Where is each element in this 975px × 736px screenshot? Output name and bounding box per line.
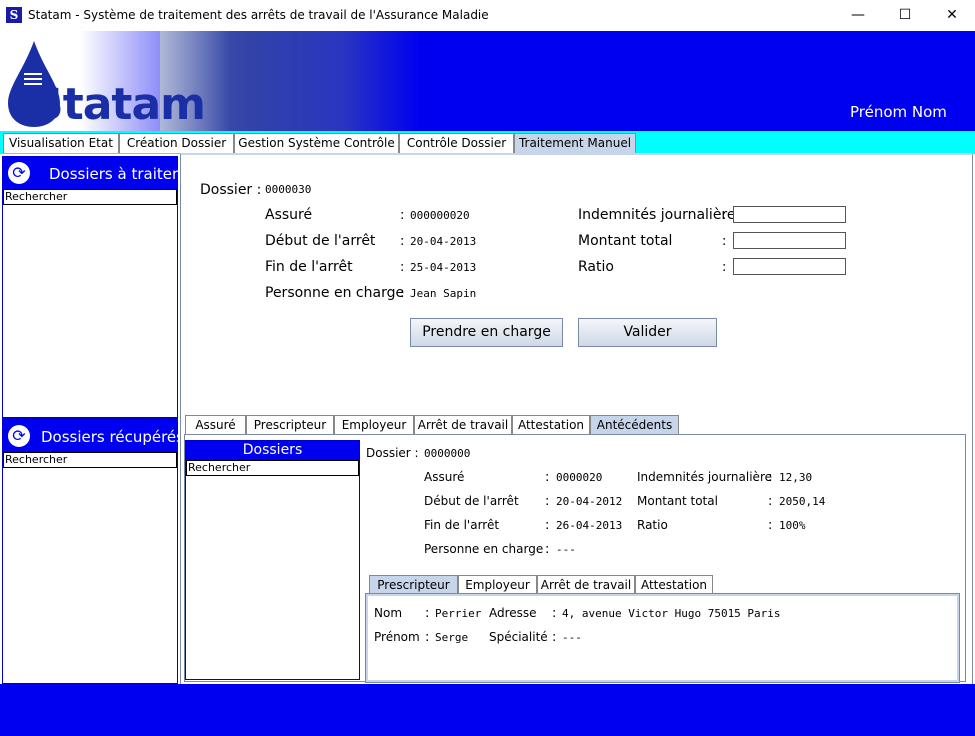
colon: : xyxy=(400,286,405,301)
antecedent-fin-label: Fin de l'arrêt xyxy=(424,518,500,532)
search-input[interactable]: Rechercher xyxy=(3,189,177,205)
dossiers-recuperes-header: ⟳ Dossiers récupérés xyxy=(3,419,184,452)
tab-assure[interactable]: Assuré xyxy=(185,415,246,435)
indemnites-label: Indemnités journalière xyxy=(578,207,736,223)
antecedent-indemnites-value: 12,30 xyxy=(779,471,813,484)
antecedent-indemnites-label: Indemnités journalière xyxy=(637,470,772,484)
indemnites-input[interactable] xyxy=(733,206,846,223)
colon: : xyxy=(768,470,773,485)
colon: : xyxy=(722,260,727,275)
dossiers-recuperes-panel: ⟳ Dossiers récupérés Rechercher xyxy=(2,418,184,684)
dossiers-a-traiter-title: Dossiers à traiter xyxy=(49,165,179,183)
personne-en-charge-label: Personne en charge xyxy=(265,285,405,301)
colon: : xyxy=(400,260,405,275)
assure-label: Assuré xyxy=(265,207,313,223)
tab-employeur[interactable]: Employeur xyxy=(458,575,537,595)
personne-en-charge-value: Jean Sapin xyxy=(410,287,477,300)
antecedent-assure-label: Assuré xyxy=(424,470,465,484)
app-header: Statam Prénom Nom xyxy=(0,31,975,131)
valider-button[interactable]: Valider xyxy=(578,318,717,347)
colon: : xyxy=(425,606,430,621)
colon: : xyxy=(768,518,773,533)
prescripteur-specialite-label: Spécialité xyxy=(489,630,548,644)
tab-prescripteur[interactable]: Prescripteur xyxy=(369,575,458,595)
colon: : xyxy=(722,234,727,249)
assure-value: 000000020 xyxy=(410,209,470,222)
app-icon: S xyxy=(6,7,22,23)
colon: : xyxy=(400,234,405,249)
ratio-label: Ratio xyxy=(578,259,614,275)
antecedent-dossier-number: 0000000 xyxy=(424,447,471,460)
montant-total-input[interactable] xyxy=(733,232,846,249)
tab-traitement-manuel[interactable]: Traitement Manuel xyxy=(514,133,636,153)
antecedent-fin-value: 26-04-2013 xyxy=(556,519,623,532)
tab-prescripteur[interactable]: Prescripteur xyxy=(246,415,334,435)
colon: : xyxy=(545,542,550,557)
tab-creation-dossier[interactable]: Création Dossier xyxy=(119,133,234,153)
antecedents-list-title: Dossiers xyxy=(186,441,359,460)
antecedent-debut-value: 20-04-2012 xyxy=(556,495,623,508)
colon: : xyxy=(722,208,727,223)
search-input[interactable]: Rechercher xyxy=(186,460,359,476)
prescripteur-nom-value: Perrier xyxy=(435,607,482,620)
tab-visualisation-etat[interactable]: Visualisation Etat xyxy=(3,133,119,153)
tab-antecedents[interactable]: Antécédents xyxy=(590,415,679,435)
colon: : xyxy=(425,630,430,645)
close-button[interactable]: ✕ xyxy=(929,0,975,31)
antecedent-personne-label: Personne en charge xyxy=(424,542,544,556)
colon: : xyxy=(552,606,557,621)
window-titlebar: S Statam - Système de traitement des arr… xyxy=(0,0,975,31)
app-footer xyxy=(0,684,975,736)
window-title: Statam - Système de traitement des arrêt… xyxy=(28,8,489,22)
colon: : xyxy=(768,494,773,509)
logo-text: Statam xyxy=(32,79,206,130)
debut-arret-label: Début de l'arrêt xyxy=(265,233,376,249)
antecedent-montant-label: Montant total xyxy=(637,494,718,508)
tab-controle-dossier[interactable]: Contrôle Dossier xyxy=(399,133,514,153)
antecedent-assure-value: 0000020 xyxy=(556,471,603,484)
fin-arret-label: Fin de l'arrêt xyxy=(265,259,353,275)
colon: : xyxy=(545,494,550,509)
tab-gestion-systeme-controle[interactable]: Gestion Système Contrôle xyxy=(234,133,399,153)
tab-arret-de-travail[interactable]: Arrêt de travail xyxy=(414,415,512,435)
tab-attestation[interactable]: Attestation xyxy=(635,575,713,595)
search-input[interactable]: Rechercher xyxy=(3,452,177,468)
colon: : xyxy=(552,630,557,645)
user-name: Prénom Nom xyxy=(850,103,947,121)
antecedent-ratio-label: Ratio xyxy=(637,518,668,532)
refresh-icon[interactable]: ⟳ xyxy=(8,425,30,447)
dossier-number: 0000030 xyxy=(265,183,312,196)
debut-arret-value: 20-04-2013 xyxy=(410,235,477,248)
tab-attestation[interactable]: Attestation xyxy=(512,415,590,435)
antecedent-dossier-label: Dossier : xyxy=(366,446,419,460)
colon: : xyxy=(545,470,550,485)
prescripteur-specialite-value: --- xyxy=(562,631,582,644)
tab-employeur[interactable]: Employeur xyxy=(334,415,414,435)
minimize-button[interactable]: — xyxy=(835,0,881,31)
antecedent-ratio-value: 100% xyxy=(779,519,806,532)
prescripteur-prenom-value: Serge xyxy=(435,631,469,644)
maximize-button[interactable]: ☐ xyxy=(882,0,928,31)
prendre-en-charge-button[interactable]: Prendre en charge xyxy=(410,318,563,347)
prescripteur-prenom-label: Prénom xyxy=(374,630,420,644)
prescripteur-nom-label: Nom xyxy=(374,606,403,620)
dossiers-a-traiter-panel: ⟳ Dossiers à traiter Rechercher xyxy=(2,156,178,418)
colon: : xyxy=(400,208,405,223)
fin-arret-value: 25-04-2013 xyxy=(410,261,477,274)
colon: : xyxy=(545,518,550,533)
prescripteur-adresse-label: Adresse xyxy=(489,606,537,620)
antecedents-list-panel: Dossiers Rechercher xyxy=(185,440,360,680)
montant-total-label: Montant total xyxy=(578,233,673,249)
antecedent-montant-value: 2050,14 xyxy=(779,495,826,508)
refresh-icon[interactable]: ⟳ xyxy=(8,162,30,184)
ratio-input[interactable] xyxy=(733,258,846,275)
antecedent-debut-label: Début de l'arrêt xyxy=(424,494,519,508)
antecedent-personne-value: --- xyxy=(556,543,576,556)
dossiers-recuperes-title: Dossiers récupérés xyxy=(41,428,184,446)
prescripteur-adresse-value: 4, avenue Victor Hugo 75015 Paris xyxy=(562,607,781,620)
dossiers-a-traiter-header: ⟳ Dossiers à traiter xyxy=(3,157,179,189)
dossier-label: Dossier : xyxy=(200,182,262,198)
tab-arret-de-travail[interactable]: Arrêt de travail xyxy=(537,575,635,595)
